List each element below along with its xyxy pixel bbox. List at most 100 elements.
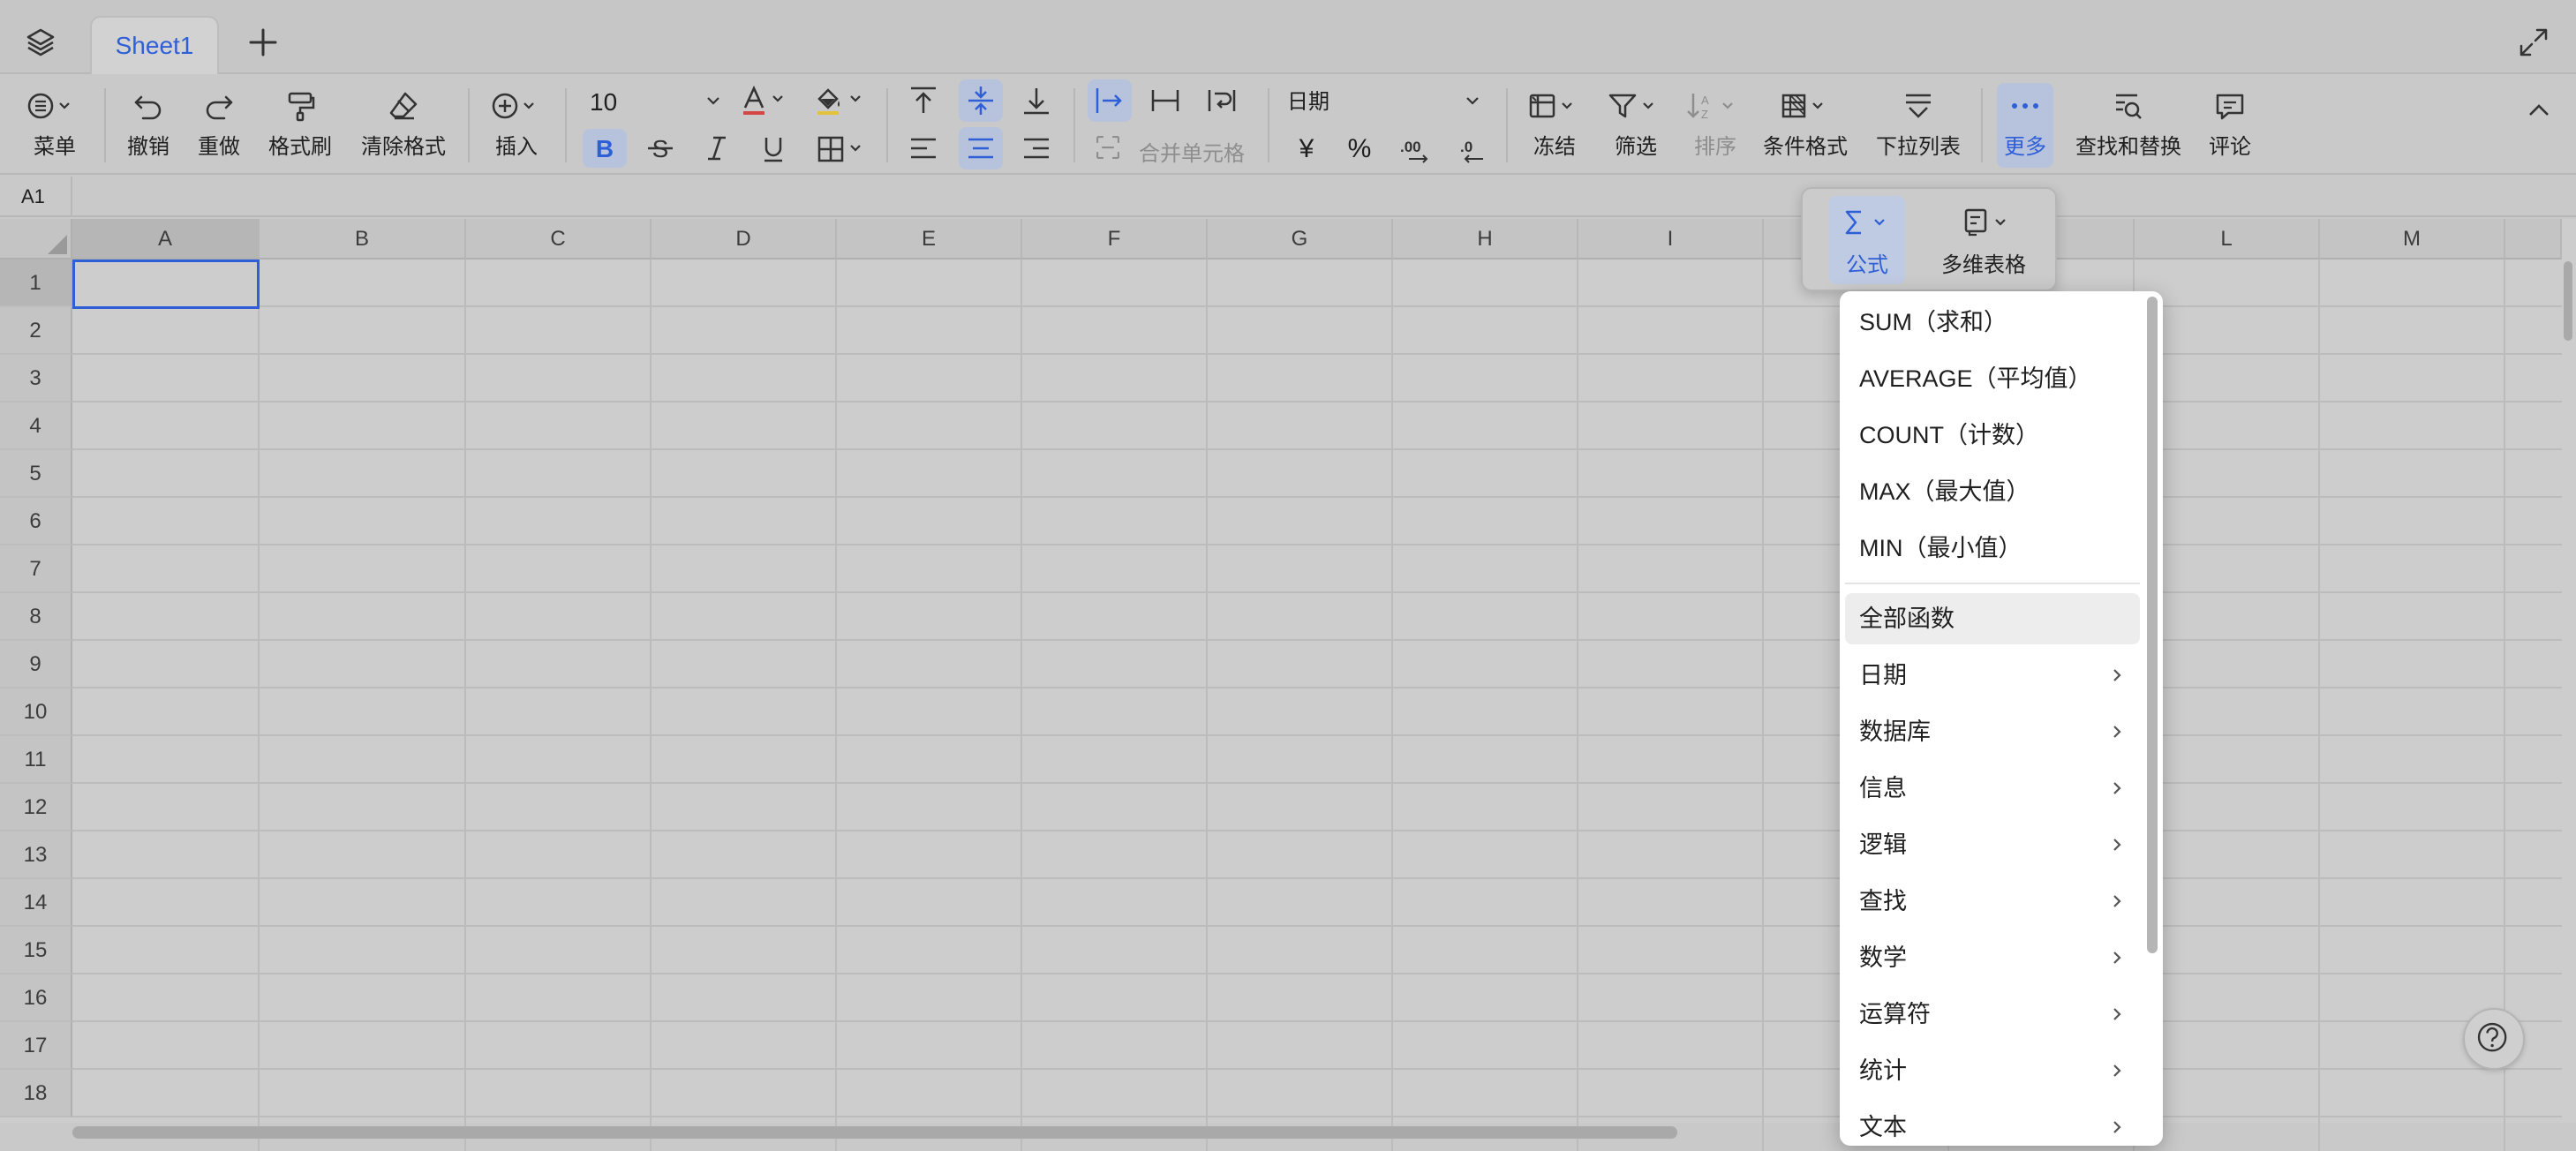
align-left-icon[interactable] [906,131,941,166]
function-category-item[interactable]: 查找 [1845,876,2140,927]
row-header[interactable]: 4 [0,402,72,450]
function-category-item[interactable]: 逻辑 [1845,819,2140,870]
column-header[interactable]: A [72,219,260,260]
row-header[interactable]: 15 [0,927,72,974]
layers-icon[interactable] [23,25,58,60]
column-header[interactable]: C [466,219,652,260]
function-category-item[interactable]: 运算符 [1845,989,2140,1040]
all-functions-item[interactable]: 全部函数 [1845,593,2140,644]
menu-item-label: MAX（最大值） [1859,478,2030,505]
bold-icon[interactable]: B [587,131,622,166]
fill-color-icon[interactable] [812,83,869,118]
conditional-format-button[interactable]: 条件格式 [1757,88,1854,160]
dropdown-list-button[interactable]: 下拉列表 [1870,88,1967,160]
align-top-icon[interactable] [906,83,941,118]
column-header[interactable]: L [2135,219,2320,260]
add-sheet-icon[interactable] [245,25,281,60]
column-header[interactable]: I [1578,219,1764,260]
quick-function-item[interactable]: COUNT（计数） [1845,410,2140,461]
currency-format-button[interactable]: ¥ [1287,134,1326,164]
function-category-item[interactable]: 数据库 [1845,706,2140,757]
column-header[interactable]: M [2320,219,2505,260]
row-header[interactable]: 8 [0,593,72,641]
format-painter-button[interactable]: 格式刷 [263,88,337,160]
paint-roller-icon [288,92,315,122]
text-wrap-icon[interactable] [1204,83,1239,118]
row-header[interactable]: 5 [0,450,72,498]
row-header[interactable]: 16 [0,974,72,1022]
quick-function-item[interactable]: MAX（最大值） [1845,466,2140,517]
percent-format-button[interactable]: % [1340,134,1379,164]
selected-cell[interactable] [72,260,260,309]
column-header[interactable]: F [1022,219,1208,260]
align-center-icon[interactable] [963,131,998,166]
select-all-corner[interactable] [0,219,72,260]
row-header[interactable]: 1 [0,260,72,307]
decrease-decimal-icon[interactable]: .0 [1455,131,1490,166]
row-header[interactable]: 3 [0,355,72,402]
quick-function-item[interactable]: SUM（求和） [1845,297,2140,348]
border-icon[interactable] [814,131,870,166]
fullscreen-icon[interactable] [2518,26,2550,58]
spreadsheet-grid[interactable]: ABCDEFGHILM 1 2 3 4 5 6 7 8 9 10 11 12 13 14 15 16 17 18 [0,219,2576,1151]
menu-scrollbar[interactable] [2147,297,2158,953]
row-header[interactable]: 9 [0,641,72,688]
row-header[interactable]: 13 [0,831,72,879]
align-bottom-icon[interactable] [1019,83,1054,118]
sheet-tab[interactable]: Sheet1 [90,16,219,74]
menu-button[interactable]: 菜单 [21,88,88,160]
underline-icon[interactable] [756,131,791,166]
horizontal-scrollbar[interactable] [72,1126,1677,1139]
strikethrough-icon[interactable]: S [643,131,678,166]
column-header[interactable]: D [652,219,837,260]
row-header[interactable]: 11 [0,736,72,784]
formula-button[interactable]: 公式 [1829,196,1905,284]
comment-button[interactable]: 评论 [2202,88,2258,160]
row-header[interactable]: 2 [0,307,72,355]
function-category-item[interactable]: 文本 [1845,1102,2140,1146]
freeze-button[interactable]: 冻结 [1522,88,1587,160]
function-category-item[interactable]: 日期 [1845,650,2140,701]
format-painter-label: 格式刷 [268,135,332,159]
merge-cells-button[interactable]: 合并单元格 [1093,131,1252,166]
clear-format-button[interactable]: 清除格式 [357,88,450,160]
column-header[interactable]: E [837,219,1022,260]
row-header[interactable]: 14 [0,879,72,927]
function-category-item[interactable]: 数学 [1845,932,2140,983]
font-size-select[interactable]: 10 [590,85,722,120]
insert-button[interactable]: 插入 [486,88,547,160]
toolbar-divider [565,88,567,162]
redo-button[interactable]: 重做 [192,88,245,160]
text-overflow-icon[interactable] [1092,83,1127,118]
align-middle-icon[interactable] [963,83,998,118]
increase-decimal-icon[interactable]: .00 [1398,131,1434,166]
italic-icon[interactable] [699,131,734,166]
cell-reference-box[interactable]: A1 [0,177,72,217]
filter-button[interactable]: 筛选 [1603,88,1668,160]
help-button[interactable] [2463,1008,2525,1070]
font-color-icon[interactable] [738,83,795,118]
more-button[interactable]: 更多 [1997,88,2053,160]
column-header[interactable]: H [1393,219,1578,260]
vertical-scrollbar[interactable] [2564,261,2572,341]
quick-function-item[interactable]: MIN（最小值） [1845,523,2140,574]
quick-function-item[interactable]: AVERAGE（平均值） [1845,353,2140,404]
find-replace-button[interactable]: 查找和替换 [2069,88,2188,160]
sort-button[interactable]: A Z 排序 [1683,88,1748,160]
multi-table-button[interactable]: 多维表格 [1926,196,2041,284]
column-header[interactable]: B [260,219,466,260]
row-header[interactable]: 7 [0,545,72,593]
function-category-item[interactable]: 信息 [1845,763,2140,814]
number-format-select[interactable]: 日期 [1287,85,1481,120]
row-header[interactable]: 6 [0,498,72,545]
collapse-toolbar-icon[interactable] [2521,92,2557,127]
function-category-item[interactable]: 统计 [1845,1045,2140,1096]
undo-button[interactable]: 撤销 [122,88,175,160]
align-right-icon[interactable] [1019,131,1054,166]
row-header[interactable]: 10 [0,688,72,736]
text-clip-icon[interactable] [1148,83,1183,118]
row-header[interactable]: 18 [0,1070,72,1117]
column-header[interactable]: G [1208,219,1393,260]
row-header[interactable]: 12 [0,784,72,831]
row-header[interactable]: 17 [0,1022,72,1070]
